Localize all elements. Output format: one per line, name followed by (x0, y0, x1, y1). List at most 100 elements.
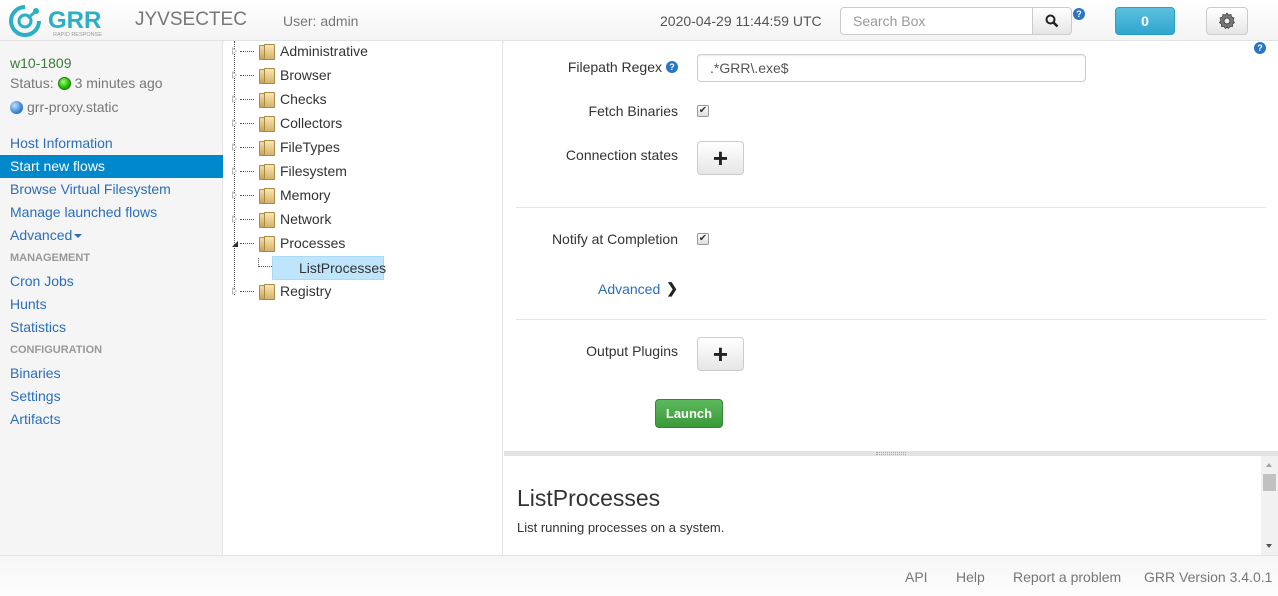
expand-arrow-icon[interactable] (232, 71, 238, 79)
brand-name: JYVSECTEC (135, 9, 247, 30)
tree-node-label: Collectors (280, 115, 343, 131)
sidebar-item-artifacts[interactable]: Artifacts (0, 408, 223, 431)
expand-arrow-icon[interactable] (232, 287, 238, 295)
connection-states-label: Connection states (565, 147, 678, 163)
sidebar: w10-1809 Status: 3 minutes ago grr-proxy… (0, 41, 223, 555)
divider (516, 207, 1266, 208)
tree-connector (240, 74, 254, 76)
search-help-icon[interactable]: ? (1073, 8, 1085, 20)
notify-at-completion-label: Notify at Completion (551, 231, 678, 247)
grr-logo[interactable]: GRR RAPID RESPONSE (8, 4, 120, 38)
fetch-binaries-checkbox[interactable]: ✔ (697, 105, 709, 117)
caret-down-icon (74, 234, 83, 239)
folder-icon (258, 91, 275, 108)
sidebar-item-advanced[interactable]: Advanced (0, 224, 223, 247)
footer-report-problem-link[interactable]: Report a problem (1013, 569, 1121, 585)
sidebar-item-manage-launched-flows[interactable]: Manage launched flows (0, 201, 223, 224)
sidebar-item-statistics[interactable]: Statistics (0, 316, 223, 339)
expand-arrow-icon[interactable] (232, 215, 238, 223)
gear-icon (1218, 12, 1236, 30)
fetch-binaries-label: Fetch Binaries (588, 103, 678, 119)
tree-connector (240, 122, 254, 124)
tree-node-label: Browser (280, 67, 332, 83)
tree-node-registry[interactable]: Registry (232, 280, 331, 302)
sidebar-item-start-new-flows[interactable]: Start new flows (0, 155, 223, 178)
tree-node-network[interactable]: Network (232, 208, 331, 230)
tree-leaf-listprocesses[interactable]: ListProcesses (272, 256, 386, 280)
expand-arrow-icon[interactable] (232, 47, 238, 55)
tree-node-processes[interactable]: Processes (232, 232, 345, 254)
footer-help-link[interactable]: Help (956, 569, 985, 585)
grr-logo-icon: GRR RAPID RESPONSE (9, 5, 102, 38)
client-host: grr-proxy.static (10, 99, 119, 115)
tree-node-label: Processes (280, 235, 346, 251)
tree-node-browser[interactable]: Browser (232, 64, 331, 86)
folder-icon (258, 283, 275, 300)
footer: API Help Report a problem GRR Version 3.… (0, 555, 1278, 596)
advanced-toggle[interactable]: Advanced ❯ (598, 280, 678, 297)
filepath-regex-label-text: Filepath Regex (567, 59, 662, 75)
folder-icon (258, 115, 275, 132)
folder-icon (258, 211, 275, 228)
tree-node-filetypes[interactable]: FileTypes (232, 136, 340, 158)
divider (516, 319, 1266, 320)
sidebar-item-advanced-label: Advanced (10, 227, 73, 243)
expand-arrow-icon[interactable] (232, 95, 238, 103)
tree-node-administrative[interactable]: Administrative (232, 40, 368, 62)
filepath-regex-label: Filepath Regex ? (568, 59, 678, 75)
sidebar-item-browse-virtual-filesystem[interactable]: Browse Virtual Filesystem (0, 178, 223, 201)
tree-connector (240, 290, 254, 292)
collapse-arrow-icon[interactable] (232, 239, 238, 247)
sidebar-item-settings[interactable]: Settings (0, 385, 223, 408)
expand-arrow-icon[interactable] (232, 119, 238, 127)
flow-title: ListProcesses (517, 485, 661, 511)
search-button[interactable] (1033, 7, 1072, 35)
filepath-regex-input[interactable] (697, 54, 1086, 82)
sidebar-item-cron-jobs[interactable]: Cron Jobs (0, 270, 223, 293)
tree-node-label: Administrative (280, 43, 368, 59)
tree-connector (240, 170, 254, 172)
tree-node-memory[interactable]: Memory (232, 184, 331, 206)
tree-node-label: Checks (280, 91, 327, 107)
scroll-down-icon[interactable] (1266, 544, 1272, 548)
flow-description-text: List running processes on a system. (517, 520, 725, 535)
notifications-button[interactable]: 0 (1115, 7, 1175, 35)
chevron-right-icon: ❯ (666, 280, 678, 296)
client-name[interactable]: w10-1809 (10, 55, 72, 71)
footer-api-link[interactable]: API (905, 569, 928, 585)
flow-tree: Administrative Browser Checks Collectors… (224, 41, 503, 555)
expand-arrow-icon[interactable] (232, 167, 238, 175)
filepath-regex-help-icon[interactable]: ? (666, 61, 678, 73)
expand-arrow-icon[interactable] (232, 143, 238, 151)
folder-icon (258, 139, 275, 156)
tree-node-checks[interactable]: Checks (232, 88, 327, 110)
tree-connector (240, 146, 254, 148)
scroll-thumb[interactable] (1263, 474, 1276, 491)
launch-button[interactable]: Launch (655, 399, 723, 428)
settings-button[interactable] (1206, 7, 1248, 35)
notify-at-completion-checkbox[interactable]: ✔ (697, 233, 709, 245)
splitter-grip-icon[interactable] (876, 452, 906, 455)
sidebar-item-binaries[interactable]: Binaries (0, 362, 223, 385)
globe-icon (10, 100, 23, 114)
form-help-icon[interactable]: ? (1254, 42, 1266, 54)
add-connection-state-button[interactable]: + (697, 141, 744, 175)
search-input[interactable] (840, 7, 1033, 35)
client-status-label: Status: (10, 75, 54, 91)
scroll-up-icon[interactable] (1266, 463, 1272, 467)
expand-arrow-icon[interactable] (232, 191, 238, 199)
tree-connector (240, 98, 254, 100)
top-navbar: GRR RAPID RESPONSE JYVSECTEC User: admin… (0, 0, 1278, 41)
tree-node-collectors[interactable]: Collectors (232, 112, 342, 134)
sidebar-item-hunts[interactable]: Hunts (0, 293, 223, 316)
folder-icon (258, 187, 275, 204)
description-scrollbar[interactable] (1261, 456, 1278, 555)
tree-connector (258, 258, 272, 267)
online-status-icon (57, 76, 71, 90)
sidebar-item-host-information[interactable]: Host Information (0, 132, 223, 155)
flow-description: ListProcesses List running processes on … (504, 456, 1278, 555)
tree-node-label: Network (280, 211, 332, 227)
add-output-plugin-button[interactable]: + (697, 337, 744, 371)
tree-connector (240, 50, 254, 52)
tree-node-filesystem[interactable]: Filesystem (232, 160, 347, 182)
